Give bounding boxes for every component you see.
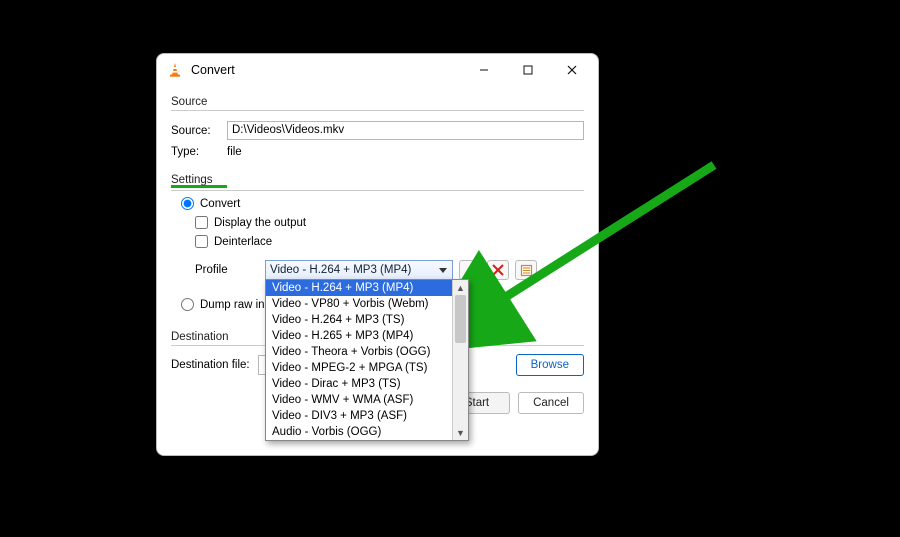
delete-icon (492, 264, 504, 276)
scroll-thumb[interactable] (455, 295, 466, 343)
browse-button[interactable]: Browse (516, 354, 584, 376)
deinterlace-checkbox-input[interactable] (195, 235, 208, 248)
display-output-checkbox[interactable]: Display the output (195, 216, 584, 229)
divider (171, 110, 584, 111)
convert-radio-label: Convert (200, 198, 240, 210)
divider (171, 190, 584, 191)
profile-option[interactable]: Video - H.264 + MP3 (TS) (266, 312, 452, 328)
scroll-up-button[interactable]: ▲ (453, 280, 468, 295)
settings-group: Settings Convert Display the output Dein… (171, 174, 584, 311)
source-group: Source Source: D:\Videos\Videos.mkv Type… (171, 96, 584, 158)
convert-dialog: Convert Source Source: D:\Videos\Videos.… (156, 53, 599, 456)
delete-profile-button[interactable] (487, 260, 509, 280)
profile-option[interactable]: Video - VP80 + Vorbis (Webm) (266, 296, 452, 312)
profile-option[interactable]: Video - Dirac + MP3 (TS) (266, 376, 452, 392)
profile-row: Profile Video - H.264 + MP3 (MP4) Video … (195, 260, 584, 280)
profile-option[interactable]: Video - H.265 + MP3 (MP4) (266, 328, 452, 344)
profile-option[interactable]: Video - MPEG-2 + MPGA (TS) (266, 360, 452, 376)
profile-selected-display[interactable]: Video - H.264 + MP3 (MP4) (265, 260, 453, 280)
close-button[interactable] (550, 55, 594, 85)
source-input[interactable]: D:\Videos\Videos.mkv (227, 121, 584, 140)
convert-radio-input[interactable] (181, 197, 194, 210)
destination-file-label: Destination file: (171, 359, 250, 371)
edit-profile-button[interactable] (459, 260, 481, 280)
maximize-button[interactable] (506, 55, 550, 85)
profile-label: Profile (195, 264, 259, 276)
profile-combobox[interactable]: Video - H.264 + MP3 (MP4) Video - H.264 … (265, 260, 453, 280)
new-profile-button[interactable] (515, 260, 537, 280)
minimize-button[interactable] (462, 55, 506, 85)
profile-option[interactable]: Video - DIV3 + MP3 (ASF) (266, 408, 452, 424)
display-output-checkbox-input[interactable] (195, 216, 208, 229)
titlebar: Convert (157, 54, 598, 86)
scroll-down-button[interactable]: ▼ (453, 425, 468, 440)
profile-option[interactable]: Video - Theora + Vorbis (OGG) (266, 344, 452, 360)
source-group-label: Source (171, 96, 584, 108)
vlc-cone-icon (167, 62, 183, 78)
type-label: Type: (171, 146, 219, 158)
deinterlace-label: Deinterlace (214, 236, 272, 248)
profile-option[interactable]: Video - WMV + WMA (ASF) (266, 392, 452, 408)
profile-dropdown: Video - H.264 + MP3 (MP4)Video - VP80 + … (265, 279, 469, 441)
profile-option[interactable]: Video - H.264 + MP3 (MP4) (266, 280, 452, 296)
deinterlace-checkbox[interactable]: Deinterlace (195, 235, 584, 248)
type-value: file (227, 146, 242, 158)
cancel-button[interactable]: Cancel (518, 392, 584, 414)
dropdown-scrollbar[interactable]: ▲ ▼ (452, 280, 468, 440)
window-title: Convert (191, 63, 235, 77)
new-profile-icon (520, 264, 533, 277)
dump-raw-radio-input[interactable] (181, 298, 194, 311)
wrench-icon (463, 263, 477, 277)
dialog-content: Source Source: D:\Videos\Videos.mkv Type… (157, 86, 598, 424)
source-label: Source: (171, 125, 219, 137)
profile-option[interactable]: Audio - Vorbis (OGG) (266, 424, 452, 440)
display-output-label: Display the output (214, 217, 306, 229)
profile-option-list: Video - H.264 + MP3 (MP4)Video - VP80 + … (266, 280, 452, 440)
convert-radio[interactable]: Convert (181, 197, 584, 210)
settings-group-label: Settings (171, 174, 584, 188)
